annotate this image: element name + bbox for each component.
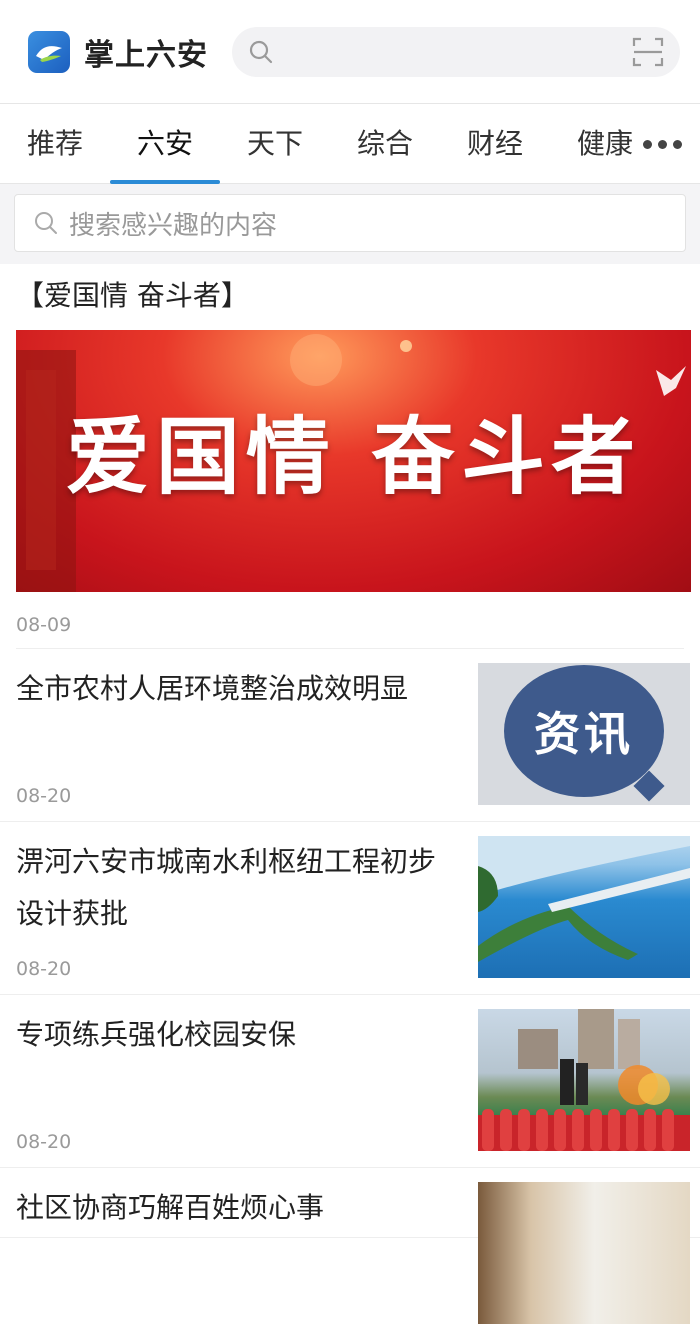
more-dots-icon[interactable] xyxy=(632,104,692,184)
news-item[interactable]: 社区协商巧解百姓烦心事 xyxy=(0,1168,700,1324)
tab-general[interactable]: 综合 xyxy=(330,104,440,184)
news-thumbnail xyxy=(478,836,690,978)
news-title: 专项练兵强化校园安保 xyxy=(16,1018,297,1051)
header-search-bar[interactable] xyxy=(232,26,680,77)
banner-text: 爱国情 奋斗者 xyxy=(65,407,642,506)
tab-world[interactable]: 天下 xyxy=(220,104,330,184)
featured-article[interactable]: 【爱国情 奋斗者】 爱国情 奋斗者 08-09 xyxy=(0,264,700,649)
news-item[interactable]: 专项练兵强化校园安保 08-20 xyxy=(0,995,700,1168)
featured-title: 【爱国情 奋斗者】 xyxy=(16,279,249,312)
news-thumbnail xyxy=(478,1009,690,1151)
news-title: 淠河六安市城南水利枢纽工程初步设计获批 xyxy=(16,845,437,930)
search-icon xyxy=(35,212,57,234)
tab-luan[interactable]: 六安 xyxy=(110,104,220,184)
news-item[interactable]: 淠河六安市城南水利枢纽工程初步设计获批 08-20 xyxy=(0,822,700,995)
content-search-input[interactable]: 搜索感兴趣的内容 xyxy=(14,194,686,252)
search-placeholder: 搜索感兴趣的内容 xyxy=(69,210,278,241)
app-logo-icon[interactable] xyxy=(28,30,70,73)
news-title: 全市农村人居环境整治成效明显 xyxy=(16,672,409,705)
thumbnail-label: 资讯 xyxy=(534,707,634,761)
news-item[interactable]: 全市农村人居环境整治成效明显 08-20 资讯 xyxy=(0,649,700,822)
news-date: 08-20 xyxy=(16,785,72,807)
featured-banner-image[interactable]: 爱国情 奋斗者 xyxy=(16,330,691,592)
news-date: 08-20 xyxy=(16,958,72,980)
tab-finance[interactable]: 财经 xyxy=(440,104,550,184)
channel-tabs: 推荐 六安 天下 综合 财经 健康 xyxy=(0,104,700,184)
featured-date: 08-09 xyxy=(16,592,684,649)
app-name: 掌上六安 xyxy=(84,37,208,73)
news-date: 08-20 xyxy=(16,1131,72,1153)
tab-recommend[interactable]: 推荐 xyxy=(0,104,110,184)
search-icon xyxy=(249,40,273,63)
app-header: 掌上六安 xyxy=(0,0,700,104)
news-title: 社区协商巧解百姓烦心事 xyxy=(16,1191,325,1224)
scan-icon[interactable] xyxy=(632,36,664,68)
content-search-area: 搜索感兴趣的内容 xyxy=(0,184,700,264)
news-thumbnail xyxy=(478,1182,690,1324)
news-thumbnail: 资讯 xyxy=(478,663,690,805)
